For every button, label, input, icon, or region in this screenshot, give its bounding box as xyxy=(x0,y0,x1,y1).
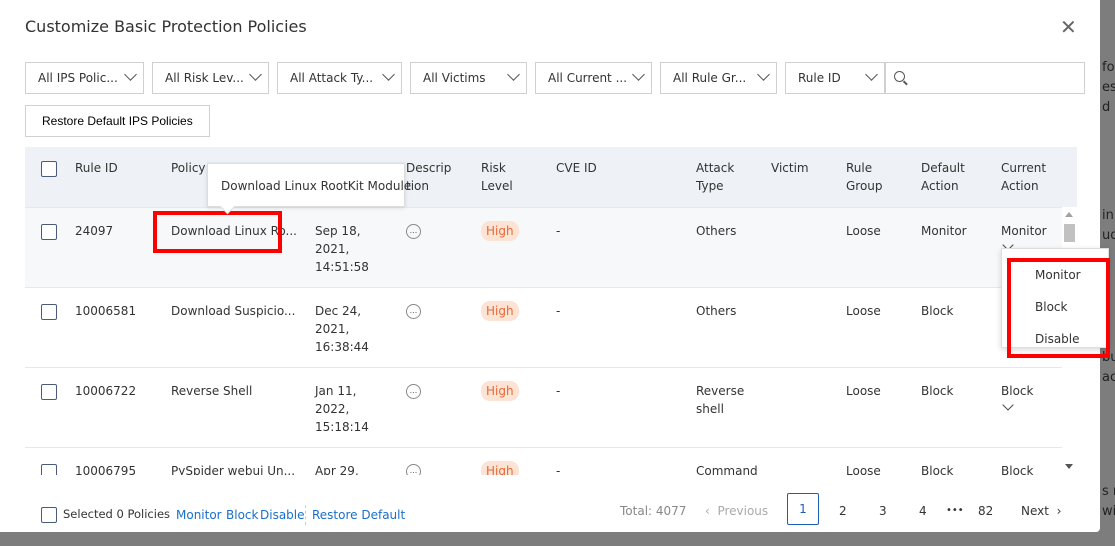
footer-select-checkbox[interactable] xyxy=(41,507,57,523)
current-action-select[interactable]: Monitor xyxy=(1001,222,1047,240)
scrollbar-thumb[interactable] xyxy=(1064,224,1075,242)
rule-id: 24097 xyxy=(75,224,114,238)
attack-type: shell xyxy=(696,402,724,416)
updated-time: Apr 29, xyxy=(315,464,359,475)
chevron-left-icon: ‹ xyxy=(705,504,710,518)
rule-id: 10006795 xyxy=(75,464,137,475)
rule-group: Loose xyxy=(846,464,881,475)
bg-text: wi xyxy=(1102,504,1115,519)
bg-text: d I xyxy=(1102,100,1115,115)
bg-text: for xyxy=(1102,60,1115,75)
updated-time: 2021, xyxy=(315,322,350,336)
attack-type: Reverse xyxy=(696,384,745,398)
table-row: 10006722 Reverse Shell Jan 11, 2022, 15:18:1… xyxy=(25,367,1062,447)
bulk-restore-default-link[interactable]: Restore Default xyxy=(312,508,405,522)
row-checkbox[interactable] xyxy=(41,304,57,320)
default-action: Block xyxy=(921,464,954,475)
bulk-block-link[interactable]: Block xyxy=(226,508,258,522)
more-pages-icon[interactable]: ••• xyxy=(946,502,964,520)
risk-badge: High xyxy=(481,461,519,475)
row-checkbox[interactable] xyxy=(41,224,57,240)
risk-badge: High xyxy=(481,381,519,401)
page-2-button[interactable]: 2 xyxy=(839,502,847,520)
selected-count: Selected 0 Policies xyxy=(63,507,171,521)
highlight-box xyxy=(153,211,282,253)
chevron-right-icon: › xyxy=(1056,504,1062,518)
description-more-icon[interactable]: ... xyxy=(406,304,421,319)
bg-text: ud xyxy=(1102,228,1115,243)
page-3-button[interactable]: 3 xyxy=(879,502,887,520)
bg-text: ac xyxy=(1102,370,1115,385)
risk-badge: High xyxy=(481,301,519,321)
scroll-down-icon[interactable] xyxy=(1065,464,1073,469)
updated-time: 14:51:58 xyxy=(315,260,369,274)
cve-id: - xyxy=(556,224,561,238)
description-more-icon[interactable]: ... xyxy=(406,384,421,399)
policy-name-tooltip: Download Linux RootKit Module xyxy=(207,163,411,207)
highlight-box xyxy=(1007,258,1110,358)
rule-group: Loose xyxy=(846,384,881,398)
updated-time: Jan 11, xyxy=(315,384,357,398)
customize-policies-dialog: Customize Basic Protection Policies ✕ Al… xyxy=(0,0,1110,532)
next-button[interactable]: Next › xyxy=(1021,502,1061,520)
row-checkbox[interactable] xyxy=(41,384,57,400)
scroll-up-icon[interactable] xyxy=(1065,212,1073,217)
default-action: Monitor xyxy=(921,224,967,238)
updated-time: Dec 24, xyxy=(315,304,362,318)
risk-badge: High xyxy=(481,221,519,241)
default-action: Block xyxy=(921,304,954,318)
policy-name[interactable]: PySpider webui Un... xyxy=(171,462,295,475)
cve-id: - xyxy=(556,384,561,398)
bg-text: s r xyxy=(1102,484,1115,499)
bg-text: es xyxy=(1102,80,1115,95)
attack-type: Command xyxy=(696,464,758,475)
description-more-icon[interactable]: ... xyxy=(406,464,421,475)
updated-time: 15:18:14 xyxy=(315,420,369,434)
updated-time: 2021, xyxy=(315,242,350,256)
cve-id: - xyxy=(556,464,561,475)
bulk-monitor-link[interactable]: Monitor xyxy=(176,508,222,522)
next-label: Next xyxy=(1021,504,1049,518)
chevron-down-icon[interactable] xyxy=(1002,399,1014,411)
previous-button[interactable]: ‹ Previous xyxy=(705,502,768,520)
table-row: 10006581 Download Suspicio... Dec 24, 2021,… xyxy=(25,287,1062,367)
current-action-select[interactable]: Block xyxy=(1001,462,1033,475)
page-4-button[interactable]: 4 xyxy=(919,502,927,520)
rule-group: Loose xyxy=(846,304,881,318)
cve-id: - xyxy=(556,304,561,318)
divider xyxy=(305,505,306,525)
page-82-button[interactable]: 82 xyxy=(978,502,993,520)
row-checkbox[interactable] xyxy=(41,464,57,475)
default-action: Block xyxy=(921,384,954,398)
previous-label: Previous xyxy=(717,504,769,518)
bulk-disable-link[interactable]: Disable xyxy=(260,508,305,522)
attack-type: Others xyxy=(696,304,737,318)
description-more-icon[interactable]: ... xyxy=(406,224,421,239)
updated-time: Sep 18, xyxy=(315,224,361,238)
rule-id: 10006581 xyxy=(75,304,137,318)
rule-group: Loose xyxy=(846,224,881,238)
table-row: 10006795 PySpider webui Un... Apr 29,... Hi… xyxy=(25,447,1062,475)
bg-text: in xyxy=(1102,208,1114,223)
policy-name[interactable]: Reverse Shell xyxy=(171,382,252,400)
policy-name[interactable]: Download Suspicio... xyxy=(171,302,295,320)
updated-time: 2022, xyxy=(315,402,350,416)
current-action-select[interactable]: Block xyxy=(1001,382,1033,400)
total-count: Total: 4077 xyxy=(620,504,687,518)
page-1-button[interactable]: 1 xyxy=(787,493,819,525)
rule-id: 10006722 xyxy=(75,384,137,398)
attack-type: Others xyxy=(696,224,737,238)
updated-time: 16:38:44 xyxy=(315,340,369,354)
